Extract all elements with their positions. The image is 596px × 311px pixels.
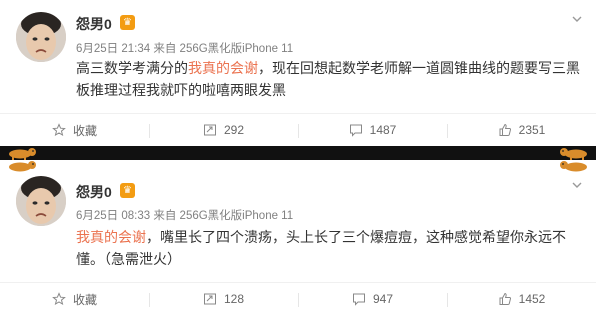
highlight-link[interactable]: 我真的会谢	[76, 230, 146, 246]
dog-sticker-icon	[560, 161, 587, 172]
repost-count: 128	[223, 292, 245, 306]
post-meta: 6月25日 21:34 来自 256G黑化版iPhone 11	[76, 43, 294, 55]
repost-icon	[203, 293, 216, 305]
highlight-link[interactable]: 我真的会谢	[188, 61, 258, 77]
dog-sticker-icon	[9, 161, 36, 172]
repost-button[interactable]: 128	[149, 283, 298, 311]
repost-button[interactable]: 292	[149, 114, 298, 146]
username[interactable]: 怨男0	[76, 182, 112, 202]
vip-crown-icon: ♛	[120, 15, 135, 30]
avatar[interactable]	[16, 176, 66, 226]
dog-sticker-icon	[560, 148, 587, 160]
comment-count: 1487	[369, 123, 397, 137]
comment-icon	[352, 293, 365, 306]
repost-icon	[203, 124, 216, 136]
avatar[interactable]	[16, 12, 66, 62]
comment-count: 947	[372, 292, 394, 306]
chevron-down-icon[interactable]	[570, 12, 584, 26]
dog-sticker-icon	[9, 148, 36, 160]
weibo-post-1: 怨男0 ♛ 6月25日 21:34 来自 256G黑化版iPhone 11 高三…	[0, 0, 596, 146]
favorite-label: 收藏	[72, 123, 97, 138]
favorite-button[interactable]: 收藏	[0, 114, 149, 146]
star-icon	[52, 292, 66, 306]
like-count: 2351	[518, 123, 546, 137]
comment-button[interactable]: 1487	[298, 114, 447, 146]
post-text: 我真的会谢，嘴里长了四个溃疡，头上长了三个爆痘痘，这种感觉希望你永远不懂。（急需…	[76, 227, 586, 271]
favorite-button[interactable]: 收藏	[0, 283, 149, 311]
comment-button[interactable]: 947	[298, 283, 447, 311]
vip-crown-icon: ♛	[120, 183, 135, 198]
text-pre: 高三数学考满分的	[76, 61, 188, 77]
post-divider	[0, 146, 596, 160]
chevron-down-icon[interactable]	[570, 178, 584, 192]
thumb-up-icon	[499, 123, 511, 136]
comment-icon	[349, 124, 362, 137]
thumb-up-icon	[499, 292, 511, 305]
post-meta: 6月25日 08:33 来自 256G黑化版iPhone 11	[76, 210, 294, 222]
favorite-label: 收藏	[72, 292, 97, 307]
star-icon	[52, 123, 66, 137]
like-button[interactable]: 1452	[447, 283, 596, 311]
avatar-face-icon	[16, 176, 66, 226]
repost-count: 292	[223, 123, 245, 137]
text-post: ，嘴里长了四个溃疡，头上长了三个爆痘痘，这种感觉希望你永远不懂。（急需泄火）	[76, 230, 566, 268]
post-text: 高三数学考满分的我真的会谢，现在回想起数学老师解一道圆锥曲线的题要写三黑板推理过…	[76, 58, 586, 102]
username[interactable]: 怨男0	[76, 14, 112, 34]
like-button[interactable]: 2351	[447, 114, 596, 146]
avatar-face-icon	[16, 12, 66, 62]
weibo-post-2: 怨男0 ♛ 6月25日 08:33 来自 256G黑化版iPhone 11 我真…	[0, 160, 596, 311]
action-bar: 收藏 292 1487 2351	[0, 113, 596, 146]
action-bar: 收藏 128 947 1452	[0, 282, 596, 311]
like-count: 1452	[518, 292, 546, 306]
